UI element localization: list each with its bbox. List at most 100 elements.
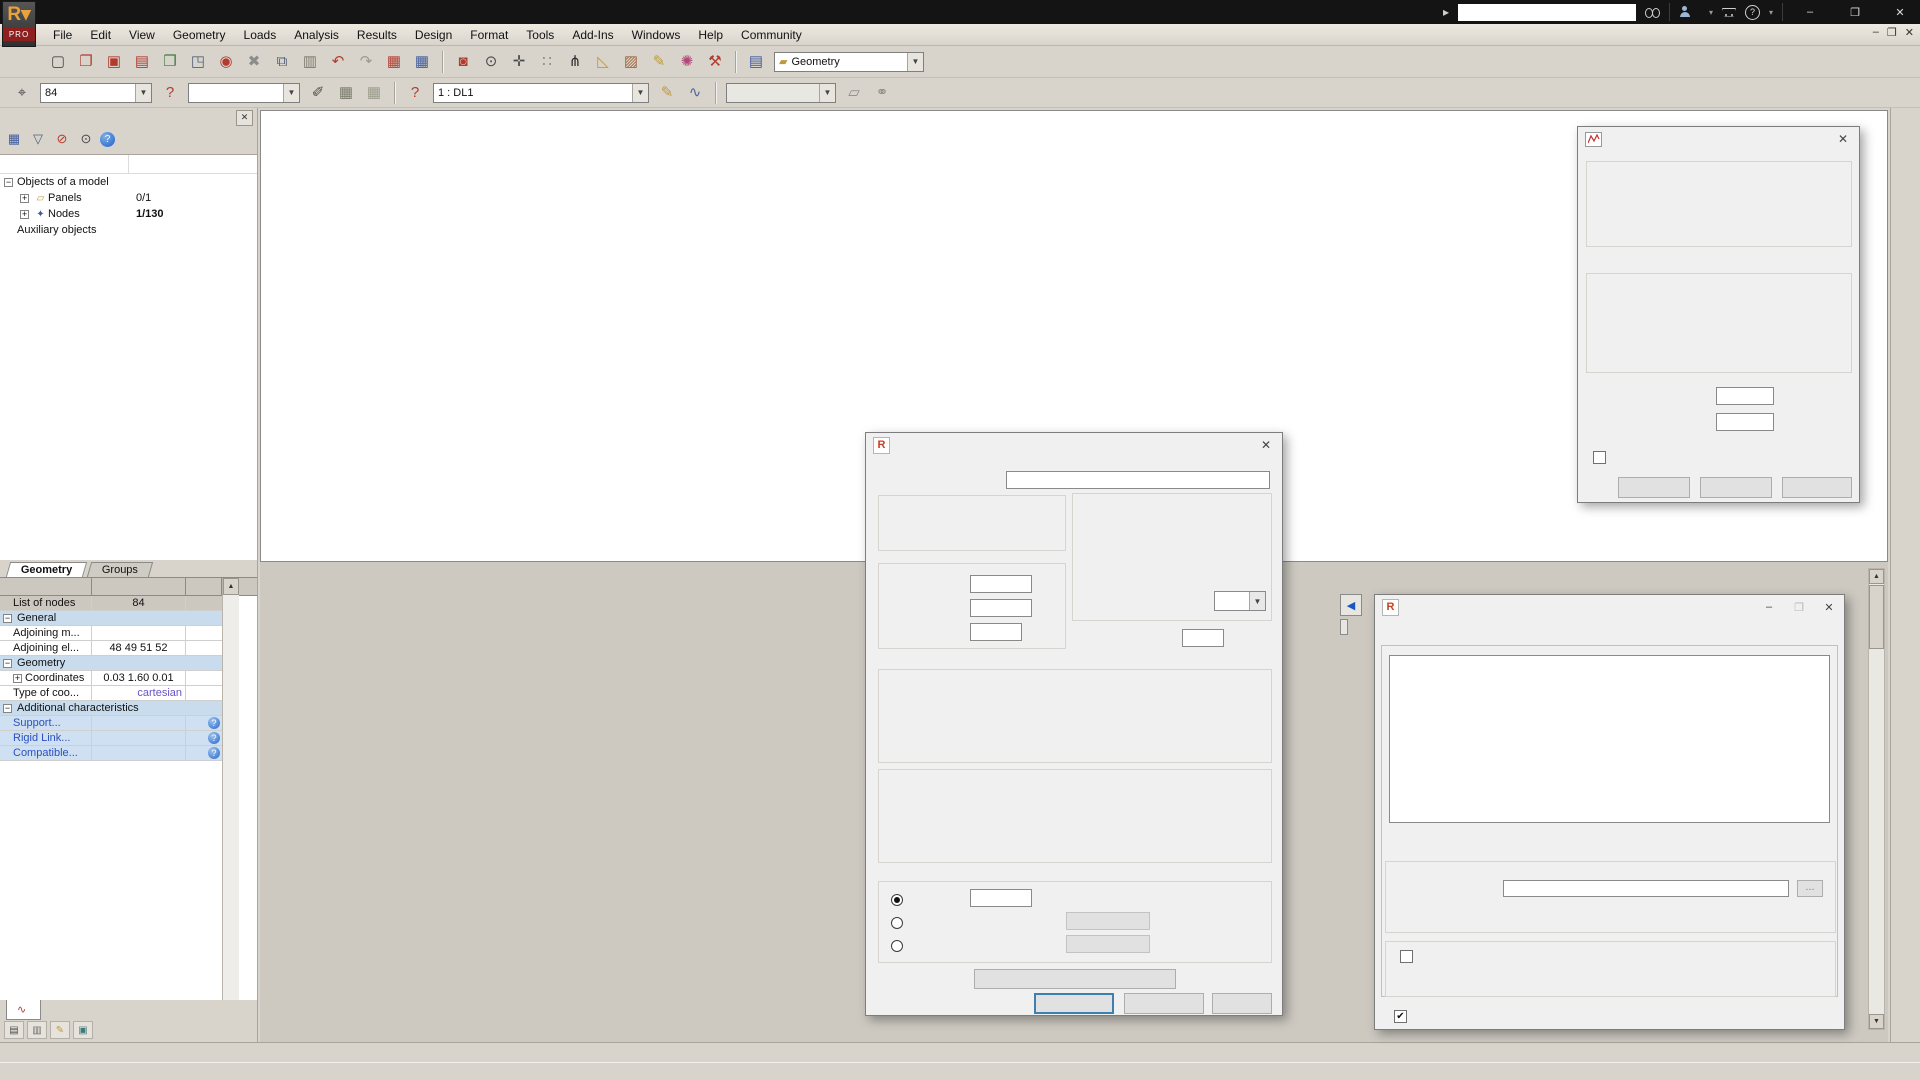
maximum-input[interactable] <box>970 599 1032 617</box>
damping-rayleigh-radio[interactable] <box>882 914 909 932</box>
menu-results[interactable]: Results <box>348 26 406 44</box>
tools-icon[interactable]: ⚒ <box>702 49 728 75</box>
layout-combo[interactable]: ▰Geometry▼ <box>774 52 924 72</box>
minimize-window-button[interactable]: – <box>1792 0 1828 24</box>
search-input[interactable] <box>1458 4 1636 21</box>
property-row-adjoining-m[interactable]: Adjoining m... <box>0 626 222 641</box>
sheet-icon[interactable]: ▤ <box>4 1021 24 1039</box>
help-sphere-icon[interactable]: ? <box>208 747 220 759</box>
property-row-list-of-nodes[interactable]: List of nodes84 <box>0 596 222 611</box>
roller-icon[interactable]: ▱ <box>841 80 867 106</box>
back-arrow-icon[interactable]: ◀ <box>1340 594 1362 616</box>
property-row-compatible[interactable]: Compatible...? <box>0 746 222 761</box>
save-project-icon[interactable]: ▣ <box>101 49 127 75</box>
close-button[interactable] <box>1700 477 1772 498</box>
damping-constant-radio[interactable] <box>882 891 909 909</box>
lp-input[interactable] <box>970 623 1022 641</box>
minimize-icon[interactable]: – <box>1754 595 1784 619</box>
node-help-icon[interactable]: ? <box>157 80 183 106</box>
menu-file[interactable]: File <box>44 26 81 44</box>
tab-geometry[interactable]: Geometry <box>6 562 88 577</box>
walkers-weight-input[interactable] <box>1182 629 1224 647</box>
open-in-new-window-checkbox[interactable] <box>1584 447 1612 467</box>
edit-object-icon[interactable]: ✎ <box>646 49 672 75</box>
close-icon[interactable]: ✕ <box>1250 433 1282 457</box>
screen-capture-icon[interactable]: ◉ <box>213 49 239 75</box>
restore-window-button[interactable]: ❐ <box>1837 0 1873 24</box>
layout-list-icon[interactable]: ▤ <box>743 49 769 75</box>
new-project-icon[interactable]: ▢ <box>45 49 71 75</box>
mdi-close-icon[interactable]: ✕ <box>1905 26 1914 39</box>
properties-scrollbar[interactable]: ▲ <box>222 578 239 1000</box>
edit-icon[interactable]: ✎ <box>50 1021 70 1039</box>
pick-selection-icon[interactable]: ✐ <box>305 80 331 106</box>
damping-constant-input[interactable] <box>970 889 1032 907</box>
node-number-combo[interactable]: 84▼ <box>40 83 152 103</box>
filter-icon[interactable]: ▽ <box>28 129 48 149</box>
expand-icon[interactable]: + <box>20 210 29 219</box>
tree-item-nodes[interactable]: +✦Nodes1/130 <box>0 206 257 222</box>
selection-table-icon[interactable]: ▦ <box>333 80 359 106</box>
section-icon[interactable]: ▨ <box>618 49 644 75</box>
redo-icon[interactable]: ↷ <box>353 49 379 75</box>
tree-item-panels[interactable]: +▱Panels0/1 <box>0 190 257 206</box>
wave-icon[interactable]: ∿ <box>682 80 708 106</box>
delete-icon[interactable]: ✖ <box>241 49 267 75</box>
load-case-combo[interactable]: 1 : DL1▼ <box>433 83 649 103</box>
select-node-icon[interactable]: ⌖ <box>9 80 35 106</box>
menu-design[interactable]: Design <box>406 26 461 44</box>
property-row-coordinates[interactable]: +Coordinates0.03 1.60 0.01 <box>0 671 222 686</box>
node-branch-icon[interactable]: ⋔ <box>562 49 588 75</box>
collapse-icon[interactable]: − <box>3 614 12 623</box>
menu-community[interactable]: Community <box>732 26 811 44</box>
scrollbar-thumb[interactable] <box>1869 585 1884 649</box>
binoculars-search-icon[interactable] <box>1645 7 1660 18</box>
maximize-icon[interactable]: ❐ <box>1784 595 1814 619</box>
lock-results-icon[interactable]: ◙ <box>450 49 476 75</box>
help-button[interactable] <box>1782 477 1852 498</box>
collapse-icon[interactable]: − <box>3 704 12 713</box>
collapse-icon[interactable]: − <box>3 659 12 668</box>
results-scrollbar[interactable]: ▲ ▼ <box>1868 568 1885 1030</box>
calculation-report-icon[interactable]: ▦ <box>409 49 435 75</box>
print-icon[interactable]: ▤ <box>129 49 155 75</box>
tree-item-objects-of-a-model[interactable]: −Objects of a model <box>0 174 257 190</box>
nodes-bottom-tab[interactable]: ∿ <box>6 1000 41 1020</box>
rayleigh-define-button[interactable] <box>1066 912 1150 930</box>
selection-filter-combo[interactable]: ▼ <box>188 83 300 103</box>
search-document-icon[interactable]: ◳ <box>185 49 211 75</box>
menu-help[interactable]: Help <box>689 26 732 44</box>
ok-button[interactable] <box>1034 993 1114 1014</box>
screen-icon[interactable]: ▣ <box>73 1021 93 1039</box>
varying-define-button[interactable] <box>1066 935 1150 953</box>
property-row-rigid-link[interactable]: Rigid Link...? <box>0 731 222 746</box>
close-icon[interactable]: ✕ <box>1814 595 1844 619</box>
dialog-titlebar[interactable]: ✕ <box>1578 127 1859 151</box>
menu-tools[interactable]: Tools <box>517 26 563 44</box>
column-header-unit[interactable] <box>186 578 222 595</box>
help-sphere-icon[interactable]: ? <box>208 732 220 744</box>
property-row-geometry[interactable]: −Geometry <box>0 656 222 671</box>
expand-icon[interactable]: + <box>20 194 29 203</box>
user-menu-caret-icon[interactable]: ▾ <box>1709 8 1713 17</box>
close-icon[interactable]: ✕ <box>236 110 253 126</box>
close-window-button[interactable]: ✕ <box>1882 0 1918 24</box>
menu-geometry[interactable]: Geometry <box>164 26 235 44</box>
chain-icon[interactable]: ⚭ <box>869 80 895 106</box>
scroll-down-icon[interactable]: ▼ <box>1869 1014 1884 1029</box>
result-node-input[interactable] <box>1716 387 1774 405</box>
case-help-icon[interactable]: ? <box>402 80 428 106</box>
minimum-input[interactable] <box>970 575 1032 593</box>
menu-loads[interactable]: Loads <box>235 26 286 44</box>
side-tab-label[interactable] <box>1340 619 1348 635</box>
calculator-icon[interactable]: ▦ <box>381 49 407 75</box>
close-icon[interactable]: ✕ <box>1827 127 1859 151</box>
menu-add-ins[interactable]: Add-Ins <box>563 26 622 44</box>
menu-windows[interactable]: Windows <box>623 26 690 44</box>
cart-icon[interactable] <box>1722 5 1736 20</box>
property-row-additional-characteristics[interactable]: −Additional characteristics <box>0 701 222 716</box>
modal-analysis-parameters-button[interactable] <box>974 969 1176 989</box>
column-header-name[interactable] <box>0 578 92 595</box>
paste-icon[interactable]: ▥ <box>297 49 323 75</box>
column-header-value[interactable] <box>92 578 186 595</box>
